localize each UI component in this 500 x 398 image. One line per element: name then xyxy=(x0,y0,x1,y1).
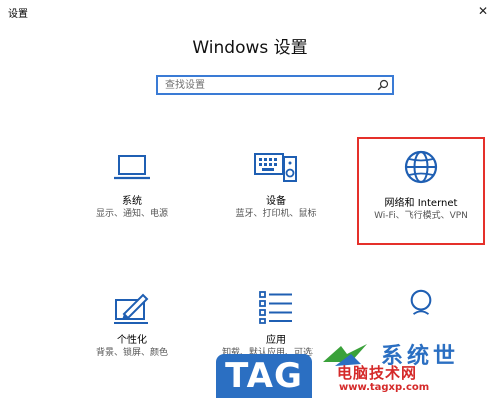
tile-devices-name: 设备 xyxy=(266,196,286,207)
tile-system[interactable]: 系统 显示、通知、电源 xyxy=(72,145,192,225)
laptop-icon xyxy=(114,155,150,180)
tile-devices-desc: 蓝牙、打印机、鼠标 xyxy=(235,209,317,219)
tile-personalization-name: 个性化 xyxy=(117,335,147,346)
app-title: 设置 xyxy=(8,9,28,20)
personalization-icon xyxy=(114,293,149,324)
search-input[interactable] xyxy=(158,77,375,93)
tile-system-desc: 显示、通知、电源 xyxy=(95,209,168,219)
close-button[interactable]: ✕ xyxy=(476,4,490,18)
page-title: Windows 设置 xyxy=(192,38,308,58)
apps-icon xyxy=(259,291,292,324)
tile-devices[interactable]: 设备 蓝牙、打印机、鼠标 xyxy=(216,145,336,225)
watermark-tag: TAG xyxy=(216,354,312,398)
tile-personalization-desc: 背景、锁屏、颜色 xyxy=(95,348,168,358)
search-icon[interactable] xyxy=(377,79,389,91)
title-bar: 设置 ✕ xyxy=(0,0,500,24)
tile-system-name: 系统 xyxy=(122,196,142,207)
watermark-url: www.tagxp.com xyxy=(339,382,430,393)
tile-personalization[interactable]: 个性化 背景、锁屏、颜色 xyxy=(72,285,192,365)
highlight-box xyxy=(357,137,485,245)
search-box[interactable] xyxy=(156,75,394,95)
devices-icon xyxy=(254,153,297,182)
account-icon xyxy=(410,289,432,315)
tile-accounts[interactable] xyxy=(361,285,481,335)
watermark-site-name: 电脑技术网 xyxy=(337,364,418,382)
watermark-brand: 系统世 电脑技术网 www.tagxp.com xyxy=(313,334,500,398)
